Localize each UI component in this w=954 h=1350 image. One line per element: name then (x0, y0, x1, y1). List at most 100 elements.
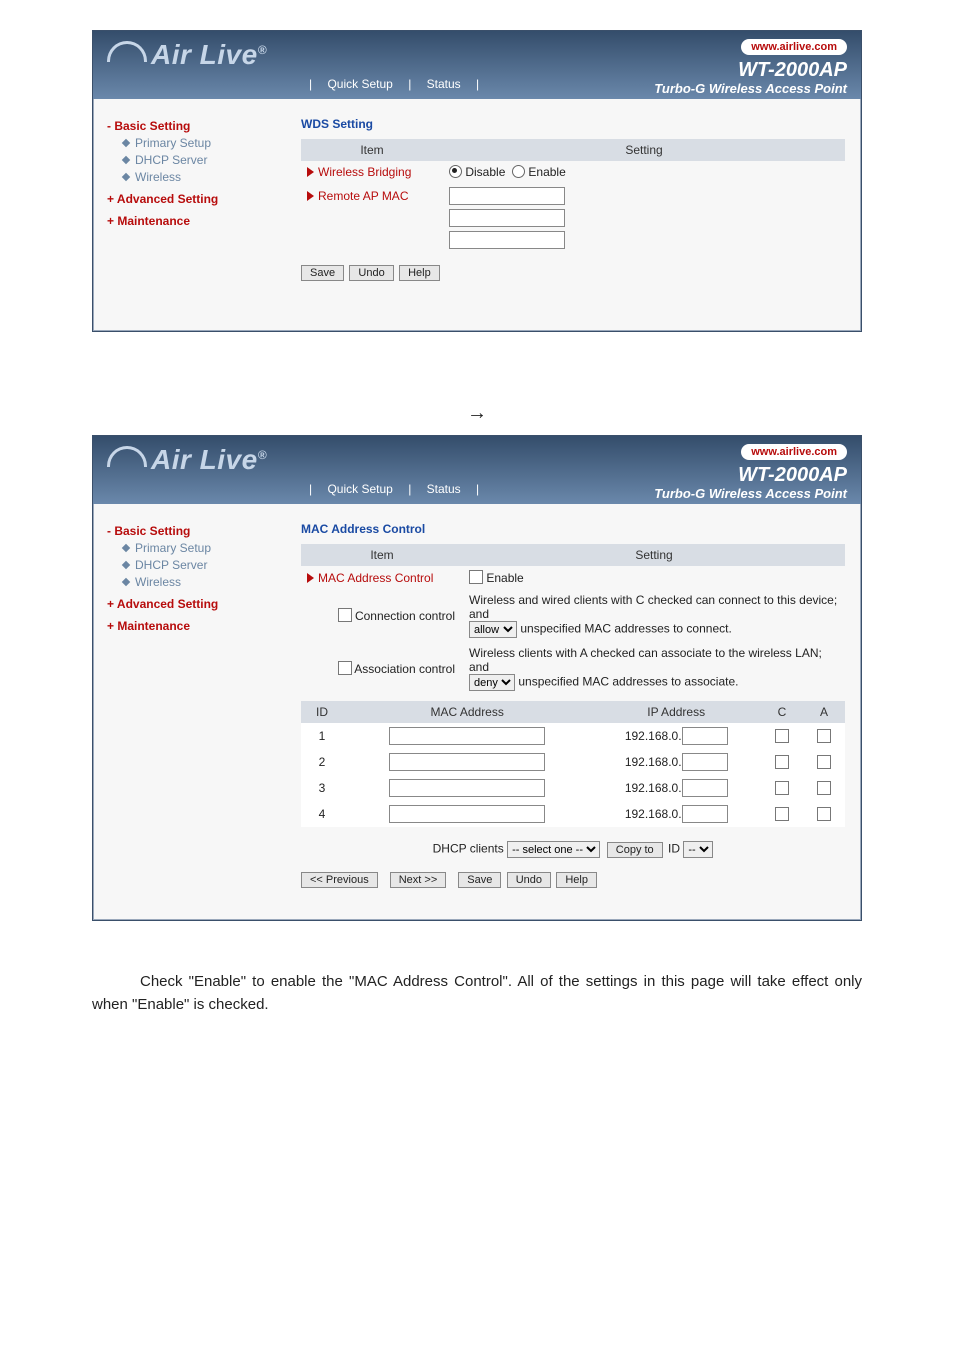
col-setting: Setting (463, 544, 845, 566)
diamond-icon (122, 139, 130, 147)
association-control-checkbox[interactable] (338, 661, 352, 675)
logo-reg: ® (258, 448, 267, 462)
row-association-control: Association control (354, 662, 455, 676)
triangle-icon (307, 573, 314, 583)
mac-card: Air Live® www.airlive.com WT-2000AP Turb… (92, 435, 862, 921)
sidebar-basic-setting[interactable]: - Basic Setting (107, 119, 287, 133)
tab-status[interactable]: Status (427, 482, 461, 496)
c-checkbox[interactable] (775, 755, 789, 769)
page-title: MAC Address Control (301, 522, 845, 536)
ip-suffix-input[interactable] (682, 805, 728, 823)
save-button[interactable]: Save (301, 265, 344, 281)
header-tabs: | Quick Setup | Status | (303, 77, 485, 91)
sidebar: - Basic Setting Primary Setup DHCP Serve… (93, 99, 297, 331)
a-checkbox[interactable] (817, 781, 831, 795)
logo: Air Live® (107, 444, 267, 476)
logo-arc-icon (107, 446, 147, 467)
logo: Air Live® (107, 39, 267, 71)
ip-suffix-input[interactable] (682, 779, 728, 797)
page-title: WDS Setting (301, 117, 845, 131)
table-row: 2 192.168.0. (301, 749, 845, 775)
col-a: A (803, 701, 845, 723)
copy-to-button[interactable]: Copy to (607, 842, 663, 858)
wds-card: Air Live® www.airlive.com WT-2000AP Turb… (92, 30, 862, 332)
tab-status[interactable]: Status (427, 77, 461, 91)
header: Air Live® www.airlive.com WT-2000AP Turb… (93, 436, 861, 504)
a-checkbox[interactable] (817, 807, 831, 821)
c-checkbox[interactable] (775, 807, 789, 821)
header-tabs: | Quick Setup | Status | (303, 482, 485, 496)
sidebar-maintenance[interactable]: + Maintenance (107, 619, 287, 633)
sidebar-item-wireless[interactable]: Wireless (123, 170, 287, 184)
mac-input[interactable] (389, 779, 545, 797)
arrow-down-icon: → (92, 402, 862, 425)
header: Air Live® www.airlive.com WT-2000AP Turb… (93, 31, 861, 99)
logo-text: Air Live (151, 39, 258, 70)
row-connection-control: Connection control (355, 609, 455, 623)
remote-ap-mac-input-2[interactable] (449, 209, 565, 227)
next-button[interactable]: Next >> (390, 872, 447, 888)
diamond-icon (122, 173, 130, 181)
enable-checkbox[interactable] (469, 570, 483, 584)
footer-paragraph: Check "Enable" to enable the "MAC Addres… (92, 971, 862, 1016)
tagline: Turbo-G Wireless Access Point (654, 81, 847, 96)
row-wireless-bridging: Wireless Bridging (318, 165, 411, 179)
a-checkbox[interactable] (817, 729, 831, 743)
ip-suffix-input[interactable] (682, 727, 728, 745)
tab-quick-setup[interactable]: Quick Setup (327, 482, 392, 496)
triangle-icon (307, 191, 314, 201)
mac-input[interactable] (389, 727, 545, 745)
sidebar-item-primary-setup[interactable]: Primary Setup (123, 136, 287, 150)
table-row: 1 192.168.0. (301, 723, 845, 749)
sidebar-advanced-setting[interactable]: + Advanced Setting (107, 192, 287, 206)
diamond-icon (122, 561, 130, 569)
col-item: Item (301, 544, 463, 566)
sidebar-maintenance[interactable]: + Maintenance (107, 214, 287, 228)
sidebar-item-dhcp-server[interactable]: DHCP Server (123, 153, 287, 167)
sidebar-basic-setting[interactable]: - Basic Setting (107, 524, 287, 538)
diamond-icon (122, 544, 130, 552)
sidebar-item-primary-setup[interactable]: Primary Setup (123, 541, 287, 555)
url-pill[interactable]: www.airlive.com (741, 39, 847, 55)
sidebar-item-dhcp-server[interactable]: DHCP Server (123, 558, 287, 572)
model: WT-2000AP (738, 59, 847, 82)
triangle-icon (307, 167, 314, 177)
id-label: ID (668, 842, 680, 856)
connection-policy-select[interactable]: allow (469, 621, 517, 638)
c-checkbox[interactable] (775, 729, 789, 743)
previous-button[interactable]: << Previous (301, 872, 378, 888)
save-button[interactable]: Save (458, 872, 501, 888)
diamond-icon (122, 578, 130, 586)
copy-to-id-select[interactable]: -- (683, 841, 713, 858)
a-checkbox[interactable] (817, 755, 831, 769)
logo-text: Air Live (151, 444, 258, 475)
model: WT-2000AP (738, 464, 847, 487)
sidebar-advanced-setting[interactable]: + Advanced Setting (107, 597, 287, 611)
diamond-icon (122, 156, 130, 164)
mac-input[interactable] (389, 753, 545, 771)
radio-enable[interactable] (512, 165, 525, 178)
ip-suffix-input[interactable] (682, 753, 728, 771)
undo-button[interactable]: Undo (507, 872, 551, 888)
col-mac-address: MAC Address (343, 701, 591, 723)
undo-button[interactable]: Undo (349, 265, 393, 281)
dhcp-clients-select[interactable]: -- select one -- (507, 841, 600, 858)
table-row: 4 192.168.0. (301, 801, 845, 827)
col-setting: Setting (443, 139, 845, 161)
radio-disable[interactable] (449, 165, 462, 178)
table-row: 3 192.168.0. (301, 775, 845, 801)
url-pill[interactable]: www.airlive.com (741, 444, 847, 460)
remote-ap-mac-input-3[interactable] (449, 231, 565, 249)
help-button[interactable]: Help (556, 872, 597, 888)
logo-arc-icon (107, 41, 147, 62)
association-policy-select[interactable]: deny (469, 674, 515, 691)
sidebar-item-wireless[interactable]: Wireless (123, 575, 287, 589)
tab-quick-setup[interactable]: Quick Setup (327, 77, 392, 91)
col-ip-address: IP Address (591, 701, 761, 723)
mac-input[interactable] (389, 805, 545, 823)
c-checkbox[interactable] (775, 781, 789, 795)
help-button[interactable]: Help (399, 265, 440, 281)
col-id: ID (301, 701, 343, 723)
connection-control-checkbox[interactable] (338, 608, 352, 622)
remote-ap-mac-input-1[interactable] (449, 187, 565, 205)
